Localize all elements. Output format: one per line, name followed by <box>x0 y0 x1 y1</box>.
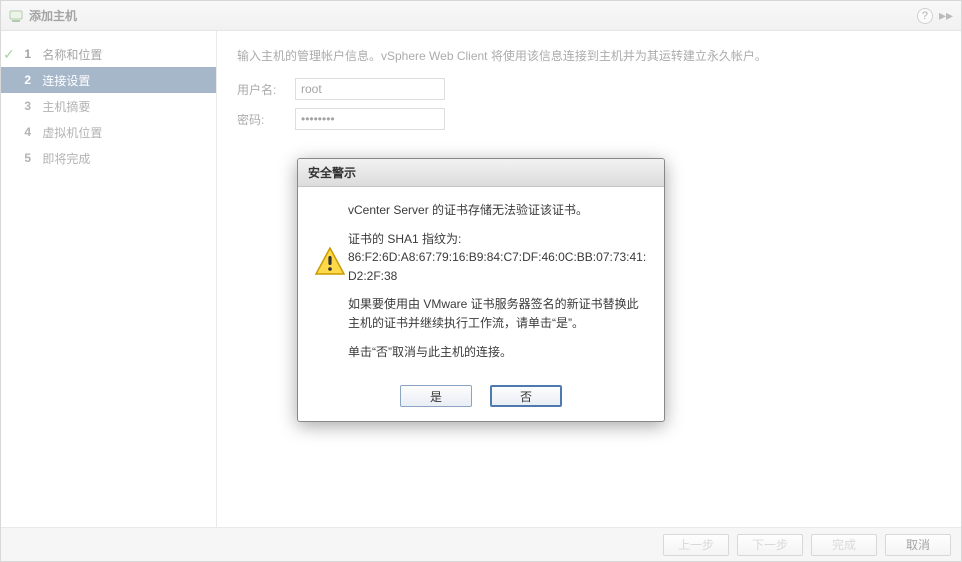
dialog-line2: 证书的 SHA1 指纹为: <box>348 230 650 249</box>
warning-icon <box>312 201 348 371</box>
no-button[interactable]: 否 <box>490 385 562 407</box>
dialog-line1: vCenter Server 的证书存储无法验证该证书。 <box>348 201 650 220</box>
dialog-fingerprint: 86:F2:6D:A8:67:79:16:B9:84:C7:DF:46:0C:B… <box>348 248 650 285</box>
security-alert-dialog: 安全警示 vCenter Server 的证书存储无法验证该证书。 证书的 SH… <box>297 158 665 422</box>
wizard-window: 添加主机 ? ▸▸ ✓ 1 名称和位置 2 连接设置 3 主机摘要 4 虚拟机位… <box>0 0 962 562</box>
yes-button[interactable]: 是 <box>400 385 472 407</box>
dialog-line3: 如果要使用由 VMware 证书服务器签名的新证书替换此主机的证书并继续执行工作… <box>348 295 650 332</box>
dialog-actions: 是 否 <box>298 377 664 421</box>
dialog-text: vCenter Server 的证书存储无法验证该证书。 证书的 SHA1 指纹… <box>348 201 650 371</box>
dialog-body: vCenter Server 的证书存储无法验证该证书。 证书的 SHA1 指纹… <box>298 187 664 377</box>
modal-overlay: 安全警示 vCenter Server 的证书存储无法验证该证书。 证书的 SH… <box>0 0 962 562</box>
dialog-line4: 单击“否”取消与此主机的连接。 <box>348 343 650 362</box>
dialog-title: 安全警示 <box>298 159 664 187</box>
